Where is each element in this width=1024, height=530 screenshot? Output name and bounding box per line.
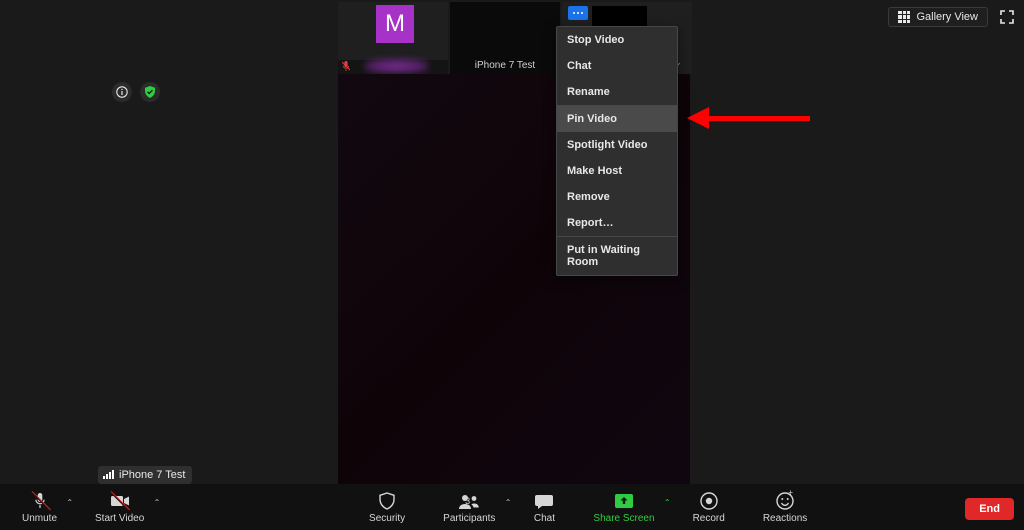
participants-caret[interactable]: ⌃ xyxy=(505,498,512,507)
gallery-view-button[interactable]: Gallery View xyxy=(888,7,988,27)
reactions-label: Reactions xyxy=(763,513,807,524)
avatar-letter: M xyxy=(385,10,405,38)
signal-icon xyxy=(103,471,114,479)
chat-icon xyxy=(533,491,555,511)
tile-label: iPhone 7 Test xyxy=(450,60,560,71)
bottom-toolbar: Unmute ⌃ Start Video ⌃ Security 3 Partic… xyxy=(0,484,1024,530)
annotation-arrow xyxy=(687,107,812,129)
share-icon xyxy=(613,491,635,511)
share-options-caret[interactable]: ⌃ xyxy=(664,498,671,507)
record-icon xyxy=(699,491,719,511)
avatar: M xyxy=(376,5,414,43)
reactions-button[interactable]: + Reactions xyxy=(755,490,815,524)
shield-check-icon xyxy=(144,86,156,98)
menu-chat[interactable]: Chat xyxy=(557,53,677,79)
tile-more-button[interactable] xyxy=(568,6,588,20)
participant-tile-1[interactable]: M xyxy=(338,2,448,74)
meeting-info-button[interactable] xyxy=(112,82,132,102)
menu-make-host[interactable]: Make Host xyxy=(557,158,677,184)
more-icon xyxy=(573,12,583,14)
gallery-view-label: Gallery View xyxy=(916,11,978,23)
thumbnail-tooltip: iPhone 7 Test xyxy=(98,466,192,484)
encryption-button[interactable] xyxy=(140,82,160,102)
unmute-label: Unmute xyxy=(22,513,57,524)
menu-report[interactable]: Report… xyxy=(557,210,677,236)
security-button[interactable]: Security xyxy=(361,490,413,524)
shield-icon xyxy=(377,491,397,511)
participant-name-blurred xyxy=(364,58,429,74)
participant-tile-2[interactable]: iPhone 7 Test xyxy=(450,2,560,74)
participant-context-menu: Stop Video Chat Rename Pin Video Spotlig… xyxy=(556,26,678,276)
menu-pin-video[interactable]: Pin Video xyxy=(557,106,677,132)
end-button[interactable]: End xyxy=(965,498,1014,520)
participants-button[interactable]: 3 Participants ⌃ xyxy=(435,490,503,524)
start-video-button[interactable]: Start Video ⌃ xyxy=(87,490,152,524)
participants-label: Participants xyxy=(443,513,495,524)
tooltip-label: iPhone 7 Test xyxy=(119,469,185,481)
audio-options-caret[interactable]: ⌃ xyxy=(66,498,73,507)
menu-waiting-room[interactable]: Put in Waiting Room xyxy=(557,237,677,275)
menu-remove[interactable]: Remove xyxy=(557,184,677,210)
menu-stop-video[interactable]: Stop Video xyxy=(557,27,677,53)
record-label: Record xyxy=(693,513,725,524)
participants-count: 3 xyxy=(465,496,470,506)
unmute-button[interactable]: Unmute ⌃ xyxy=(14,490,65,524)
share-screen-label: Share Screen xyxy=(593,513,654,524)
plus-icon: + xyxy=(788,488,793,497)
security-label: Security xyxy=(369,513,405,524)
share-screen-button[interactable]: Share Screen ⌃ xyxy=(585,490,662,524)
info-icon xyxy=(116,86,128,98)
fullscreen-button[interactable] xyxy=(996,6,1018,28)
record-button[interactable]: Record xyxy=(685,490,733,524)
menu-spotlight-video[interactable]: Spotlight Video xyxy=(557,132,677,158)
video-options-caret[interactable]: ⌃ xyxy=(154,498,161,507)
grid-icon xyxy=(898,11,910,23)
fullscreen-icon xyxy=(999,9,1015,25)
mic-muted-icon xyxy=(342,61,350,74)
chat-button[interactable]: Chat xyxy=(525,490,563,524)
start-video-label: Start Video xyxy=(95,513,144,524)
chat-label: Chat xyxy=(534,513,555,524)
menu-rename[interactable]: Rename xyxy=(557,79,677,105)
